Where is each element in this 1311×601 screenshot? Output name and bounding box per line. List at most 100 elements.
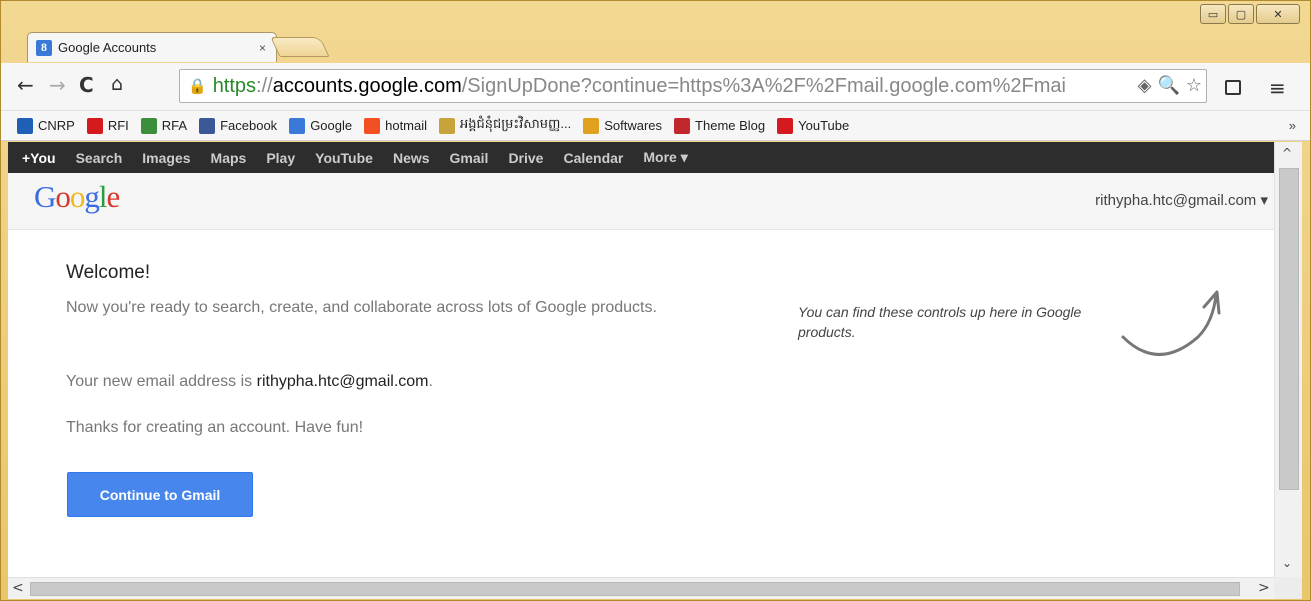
bookmark-label: hotmail <box>385 118 428 133</box>
omnibox-icons: ◈ 🔍 ☆ <box>1133 75 1202 96</box>
forward-arrow-icon[interactable]: → <box>49 73 66 97</box>
curved-arrow-icon <box>1121 290 1221 356</box>
chrome-menu-icon[interactable]: ≡ <box>1269 76 1286 100</box>
vertical-scrollbar[interactable]: ^ ⌄ <box>1274 142 1302 577</box>
bookmark-item[interactable]: RFI <box>86 117 129 134</box>
bookmark-item[interactable]: Google <box>289 117 353 134</box>
scroll-left-icon[interactable]: < <box>12 580 24 596</box>
softwares-icon <box>583 117 600 134</box>
bookmark-label: Facebook <box>220 118 278 133</box>
bookmark-label: អង្គជំនុំជម្រះវិសាមញ្ញ... <box>460 116 572 131</box>
vertical-scroll-thumb[interactable] <box>1279 168 1299 490</box>
url-separator: :// <box>256 74 273 97</box>
gbar-item[interactable]: Maps <box>201 150 257 166</box>
bookmark-item[interactable]: អង្គជំនុំជម្រះវិសាមញ្ញ... <box>439 116 571 135</box>
bookmark-item[interactable]: YouTube <box>777 117 849 134</box>
bookmark-label: RFA <box>161 118 188 133</box>
thanks-text: Thanks for creating an account. Have fun… <box>66 419 364 436</box>
bookmark-label: Softwares <box>604 118 663 133</box>
gbar-item[interactable]: Gmail <box>440 150 499 166</box>
google-logo[interactable]: Google <box>34 179 121 215</box>
account-menu[interactable]: rithypha.htc@gmail.com ▾ <box>1095 191 1268 209</box>
bookmark-item[interactable]: CNRP <box>17 117 75 134</box>
tab-close-icon[interactable]: × <box>259 41 266 55</box>
bookmarks-overflow-icon[interactable]: » <box>1289 118 1296 133</box>
horizontal-scroll-thumb[interactable] <box>30 582 1240 596</box>
logo-letter: o <box>69 179 85 214</box>
scroll-down-icon[interactable]: ⌄ <box>1282 556 1292 570</box>
bookmark-item[interactable]: hotmail <box>364 117 428 134</box>
scroll-right-icon[interactable]: > <box>1258 580 1270 596</box>
zoom-icon[interactable]: 🔍 <box>1157 75 1179 96</box>
tab-google-accounts[interactable]: 8 Google Accounts × <box>27 32 277 62</box>
cnrp-icon <box>17 117 33 134</box>
minimize-icon: ▭ <box>1207 7 1219 21</box>
bookmark-star-icon[interactable]: ☆ <box>1186 75 1202 96</box>
google-icon <box>289 117 306 134</box>
email-prefix: Your new email address is <box>66 373 257 390</box>
url-scheme: https <box>212 74 257 97</box>
continue-to-gmail-button[interactable]: Continue to Gmail <box>67 472 253 517</box>
browser-window: ▭ ▢ ✕ 8 Google Accounts × ← → C ⌂ 🔒 http… <box>0 0 1311 601</box>
logo-letter: g <box>84 179 99 214</box>
bookmark-item[interactable]: Facebook <box>199 117 278 134</box>
minimize-button[interactable]: ▭ <box>1200 4 1226 24</box>
logo-letter: o <box>55 179 70 214</box>
close-icon: ✕ <box>1273 7 1283 21</box>
url-host: accounts.google.com <box>272 74 462 97</box>
email-address: rithypha.htc@gmail.com <box>256 373 429 390</box>
address-bar[interactable]: 🔒 https://accounts.google.com/SignUpDone… <box>179 69 1207 103</box>
gbar-item[interactable]: +You <box>12 150 66 166</box>
close-window-button[interactable]: ✕ <box>1256 4 1300 24</box>
gbar-item[interactable]: Drive <box>498 150 553 166</box>
youtube-icon <box>777 117 794 134</box>
window-controls: ▭ ▢ ✕ <box>1200 4 1300 24</box>
tab-strip: ▭ ▢ ✕ 8 Google Accounts × <box>1 1 1310 64</box>
new-tab-button[interactable] <box>270 37 330 57</box>
gbar-item[interactable]: News <box>383 150 440 166</box>
gbar-item[interactable]: Calendar <box>553 150 633 166</box>
bookmark-label: Theme Blog <box>695 118 766 133</box>
bookmark-label: Google <box>310 118 353 133</box>
rfi-icon <box>86 117 103 134</box>
rfa-icon <box>140 117 157 134</box>
scrollbar-corner <box>1274 577 1302 599</box>
url-path: /SignUpDone?continue=https%3A%2F%2Fmail.… <box>461 74 1066 97</box>
gbar-item[interactable]: More ▾ <box>633 149 697 166</box>
reload-icon[interactable]: C <box>79 73 94 97</box>
bookmarks-bar: CNRP RFI RFA Facebook Google hotmail អង្គជំនុំ… <box>1 111 1310 141</box>
bookmark-item[interactable]: Theme Blog <box>674 117 766 134</box>
bookmark-label: CNRP <box>38 118 75 133</box>
email-text: Your new email address is rithypha.htc@g… <box>66 370 666 394</box>
windows-icon <box>364 117 381 134</box>
home-icon[interactable]: ⌂ <box>111 73 123 95</box>
ready-text: Now you're ready to search, create, and … <box>66 299 657 316</box>
back-arrow-icon[interactable]: ← <box>17 73 34 97</box>
lock-icon[interactable]: 🔒 <box>188 77 207 95</box>
scroll-up-icon[interactable]: ^ <box>1282 146 1292 160</box>
email-suffix: . <box>428 373 433 390</box>
tab-title: Google Accounts <box>58 40 157 55</box>
gbar-item[interactable]: Search <box>66 150 133 166</box>
controls-hint: You can find these controls up here in G… <box>798 304 1082 340</box>
gbar-item[interactable]: Play <box>256 150 305 166</box>
logo-letter: l <box>98 179 108 214</box>
page-action-icon[interactable]: ◈ <box>1138 75 1152 96</box>
logo-letter: G <box>34 179 56 214</box>
extension-icon[interactable] <box>1225 80 1241 95</box>
gbar-item[interactable]: YouTube <box>305 150 383 166</box>
horizontal-scrollbar[interactable]: < > <box>8 577 1274 599</box>
google-favicon-icon: 8 <box>36 39 52 56</box>
welcome-heading: Welcome! <box>66 262 151 283</box>
maximize-button[interactable]: ▢ <box>1228 4 1254 24</box>
google-bar: +You Search Images Maps Play YouTube News Gmail… <box>8 142 1274 173</box>
theme-blog-icon <box>674 117 691 134</box>
maximize-icon: ▢ <box>1235 7 1247 21</box>
page-content: +You Search Images Maps Play YouTube News Gmail… <box>8 142 1274 577</box>
gbar-item[interactable]: Images <box>132 150 200 166</box>
bookmark-item[interactable]: RFA <box>140 117 188 134</box>
bookmark-item[interactable]: Softwares <box>583 117 663 134</box>
page-header: Google rithypha.htc@gmail.com ▾ <box>8 173 1274 230</box>
browser-toolbar: ← → C ⌂ 🔒 https://accounts.google.com/Si… <box>1 63 1310 111</box>
logo-letter: e <box>106 179 121 214</box>
